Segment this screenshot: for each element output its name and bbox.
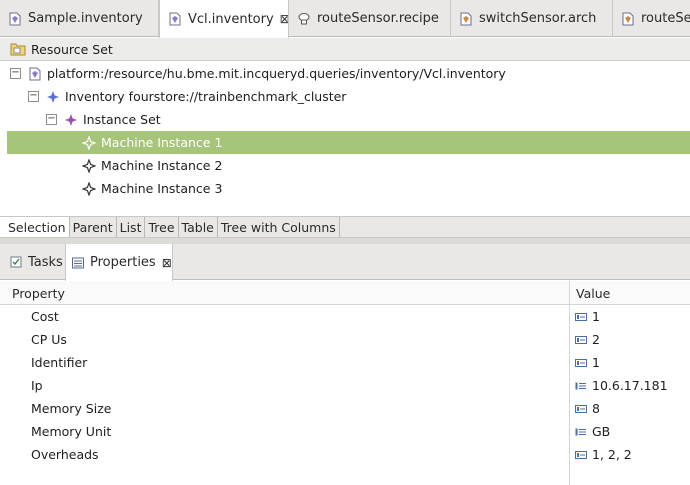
tree-row-machine-instance-3[interactable]: Machine Instance 3 — [0, 177, 690, 200]
inventory-file-icon — [29, 67, 41, 80]
tree-row-machine-instance-2[interactable]: Machine Instance 2 — [0, 154, 690, 177]
machine-instance-icon — [82, 181, 96, 196]
inventory-node-icon — [47, 90, 59, 103]
editor-tab-bar: Sample.inventory Vcl.inventory ⊠ routeSe… — [0, 0, 690, 38]
tab-label: switchSensor.arch — [479, 11, 597, 26]
column-header-property[interactable]: Property — [12, 281, 65, 305]
table-row[interactable]: Ip 10.6.17.181 — [0, 374, 690, 397]
tab-label: routeSen — [641, 11, 690, 26]
tab-list[interactable]: List — [117, 217, 146, 237]
tab-tasks[interactable]: Tasks — [9, 244, 65, 280]
property-value[interactable]: 1, 2, 2 — [575, 443, 632, 466]
tab-sample-inventory[interactable]: Sample.inventory — [0, 0, 159, 37]
tab-routesen[interactable]: routeSen — [613, 0, 690, 37]
arch-file-icon — [460, 12, 472, 25]
property-name: Identifier — [31, 355, 88, 370]
property-name: CP Us — [31, 332, 67, 347]
tree-item-label: Machine Instance 3 — [101, 181, 223, 196]
tab-label: Tasks — [28, 254, 63, 270]
tree-row-machine-instance-1[interactable]: Machine Instance 1 — [7, 131, 690, 154]
tab-label: routeSensor.recipe — [317, 11, 439, 26]
tree-row-resource[interactable]: − platform:/resource/hu.bme.mit.incquery… — [0, 62, 690, 85]
resource-tree: − platform:/resource/hu.bme.mit.incquery… — [0, 61, 690, 216]
tree-row-inventory[interactable]: − Inventory fourstore://trainbenchmark_c… — [0, 85, 690, 108]
instance-set-icon — [65, 113, 77, 126]
collapse-icon[interactable]: − — [10, 68, 21, 79]
close-tab-icon[interactable]: ⊠ — [280, 12, 288, 26]
close-tab-icon[interactable]: ⊠ — [162, 256, 172, 270]
property-value[interactable]: 10.6.17.181 — [575, 374, 668, 397]
resource-set-icon — [10, 43, 26, 56]
table-header: Property Value — [0, 281, 690, 305]
property-value[interactable]: 1 — [575, 305, 600, 328]
tree-row-instance-set[interactable]: − Instance Set — [0, 108, 690, 131]
machine-instance-icon — [82, 158, 96, 173]
property-name: Cost — [31, 309, 59, 324]
tab-label: Sample.inventory — [28, 11, 143, 26]
number-attribute-icon — [575, 358, 587, 367]
resource-set-header: Resource Set — [0, 38, 690, 61]
property-value[interactable]: 8 — [575, 397, 600, 420]
tab-properties[interactable]: Properties ⊠ — [65, 244, 173, 281]
table-row[interactable]: Identifier 1 — [0, 351, 690, 374]
table-row[interactable]: Memory Unit GB — [0, 420, 690, 443]
list-attribute-icon — [575, 450, 587, 459]
table-row[interactable]: Cost 1 — [0, 305, 690, 328]
tab-vcl-inventory[interactable]: Vcl.inventory ⊠ — [159, 0, 289, 38]
tree-item-label: platform:/resource/hu.bme.mit.incqueryd.… — [47, 66, 506, 81]
property-value[interactable]: 1 — [575, 351, 600, 374]
property-name: Memory Unit — [31, 424, 112, 439]
value-text: 1, 2, 2 — [592, 447, 632, 462]
property-name: Memory Size — [31, 401, 112, 416]
property-value[interactable]: 2 — [575, 328, 600, 351]
value-text: 1 — [592, 309, 600, 324]
table-row[interactable]: CP Us 2 — [0, 328, 690, 351]
tab-parent[interactable]: Parent — [70, 217, 117, 237]
property-value[interactable]: GB — [575, 420, 610, 443]
properties-table: Property Value Cost 1 CP Us 2 Identifier… — [0, 281, 690, 485]
table-row[interactable]: Memory Size 8 — [0, 397, 690, 420]
value-text: GB — [592, 424, 611, 439]
value-text: 8 — [592, 401, 600, 416]
view-tab-bar: Tasks Properties ⊠ — [0, 244, 690, 281]
enum-attribute-icon — [575, 428, 586, 435]
resource-set-title: Resource Set — [31, 41, 113, 57]
tab-label: Properties — [90, 255, 156, 270]
tab-routesensor-recipe[interactable]: routeSensor.recipe — [289, 0, 451, 37]
machine-instance-icon — [82, 135, 96, 150]
value-text: 1 — [592, 355, 600, 370]
tab-label: Vcl.inventory — [188, 11, 274, 27]
number-attribute-icon — [575, 335, 587, 344]
table-row[interactable]: Overheads 1, 2, 2 — [0, 443, 690, 466]
value-text: 10.6.17.181 — [592, 378, 668, 393]
tree-item-label: Inventory fourstore://trainbenchmark_clu… — [65, 89, 347, 104]
text-attribute-icon — [575, 382, 586, 389]
property-name: Overheads — [31, 447, 99, 462]
tree-item-label: Instance Set — [83, 112, 161, 127]
tab-table[interactable]: Table — [179, 217, 218, 237]
inventory-file-icon — [622, 12, 634, 25]
column-header-value[interactable]: Value — [576, 281, 610, 305]
value-text: 2 — [592, 332, 600, 347]
tree-item-label: Machine Instance 2 — [101, 158, 223, 173]
inventory-file-icon — [9, 12, 21, 25]
number-attribute-icon — [575, 312, 587, 321]
tab-tree[interactable]: Tree — [145, 217, 179, 237]
tab-tree-with-columns[interactable]: Tree with Columns — [218, 217, 340, 237]
recipe-file-icon — [298, 12, 310, 24]
collapse-icon[interactable]: − — [46, 114, 57, 125]
tab-switchsensor-arch[interactable]: switchSensor.arch — [451, 0, 613, 37]
inventory-file-icon — [169, 12, 181, 26]
tree-item-label: Machine Instance 1 — [101, 135, 223, 150]
tab-selection[interactable]: Selection — [0, 217, 70, 237]
tasks-icon — [10, 256, 22, 268]
collapse-icon[interactable]: − — [28, 91, 39, 102]
property-name: Ip — [31, 378, 43, 393]
number-attribute-icon — [575, 404, 587, 413]
properties-icon — [72, 257, 84, 268]
viewer-tab-bar: Selection Parent List Tree Table Tree wi… — [0, 216, 690, 238]
